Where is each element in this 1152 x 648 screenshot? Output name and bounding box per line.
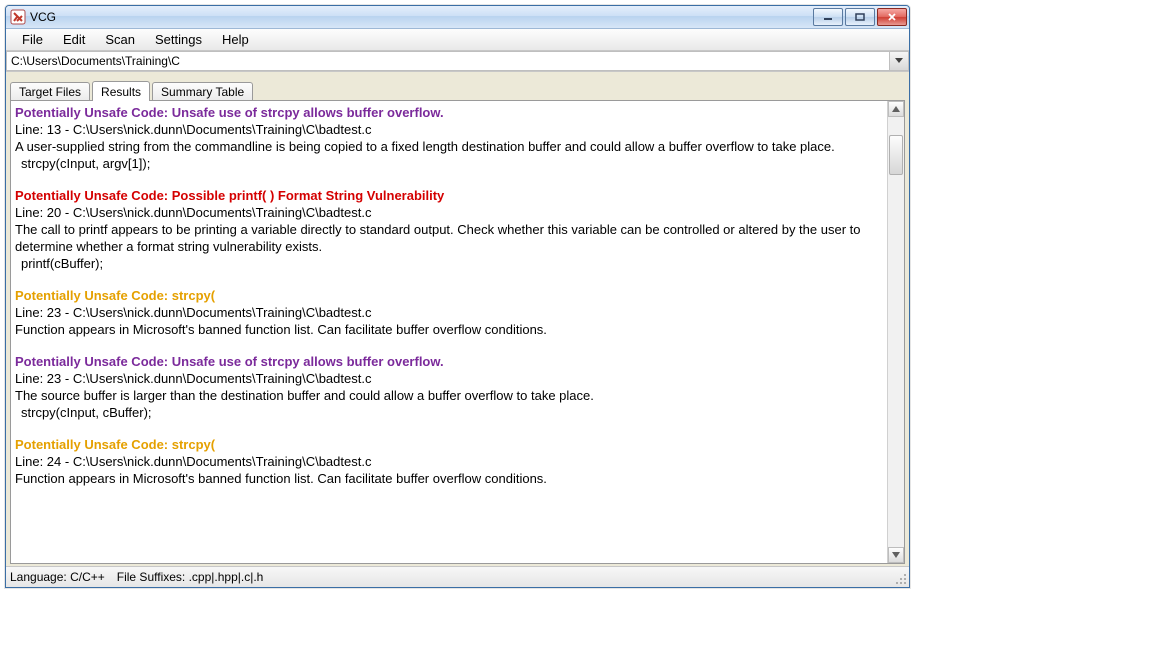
finding-description: Function appears in Microsoft's banned f… bbox=[15, 321, 881, 338]
tabs-row: Target Files Results Summary Table bbox=[6, 72, 909, 100]
application-window: VCG File Edit Scan Settings Help Target bbox=[5, 5, 910, 588]
vertical-scrollbar[interactable] bbox=[887, 101, 904, 563]
finding-description: A user-supplied string from the commandl… bbox=[15, 138, 881, 155]
path-dropdown-button[interactable] bbox=[889, 51, 909, 71]
results-viewport: Potentially Unsafe Code: Unsafe use of s… bbox=[11, 101, 887, 563]
menu-scan[interactable]: Scan bbox=[95, 30, 145, 49]
finding-location: Line: 23 - C:\Users\nick.dunn\Documents\… bbox=[15, 304, 881, 321]
finding-description: The source buffer is larger than the des… bbox=[15, 387, 881, 404]
finding-header: Potentially Unsafe Code: strcpy( bbox=[15, 436, 881, 453]
finding-item[interactable]: Potentially Unsafe Code: strcpy(Line: 24… bbox=[15, 436, 881, 487]
finding-location: Line: 20 - C:\Users\nick.dunn\Documents\… bbox=[15, 204, 881, 221]
finding-header: Potentially Unsafe Code: Unsafe use of s… bbox=[15, 353, 881, 370]
window-title: VCG bbox=[30, 10, 56, 24]
finding-location: Line: 13 - C:\Users\nick.dunn\Documents\… bbox=[15, 121, 881, 138]
tab-target-files[interactable]: Target Files bbox=[10, 82, 90, 101]
scroll-up-button[interactable] bbox=[888, 101, 904, 117]
finding-code: strcpy(cInput, argv[1]); bbox=[15, 155, 881, 172]
scroll-down-button[interactable] bbox=[888, 547, 904, 563]
finding-item[interactable]: Potentially Unsafe Code: Unsafe use of s… bbox=[15, 353, 881, 421]
status-language: Language: C/C++ bbox=[10, 570, 105, 584]
finding-code: printf(cBuffer); bbox=[15, 255, 881, 272]
close-button[interactable] bbox=[877, 8, 907, 26]
window-controls bbox=[813, 8, 907, 26]
finding-description: Function appears in Microsoft's banned f… bbox=[15, 470, 881, 487]
finding-location: Line: 24 - C:\Users\nick.dunn\Documents\… bbox=[15, 453, 881, 470]
resize-grip-icon[interactable] bbox=[895, 573, 907, 585]
menu-settings[interactable]: Settings bbox=[145, 30, 212, 49]
scroll-track[interactable] bbox=[888, 117, 904, 547]
path-input[interactable] bbox=[6, 51, 889, 71]
menubar: File Edit Scan Settings Help bbox=[6, 29, 909, 51]
status-language-label: Language: bbox=[10, 570, 67, 584]
status-language-value: C/C++ bbox=[70, 570, 105, 584]
results-content[interactable]: Potentially Unsafe Code: Unsafe use of s… bbox=[11, 101, 887, 505]
finding-item[interactable]: Potentially Unsafe Code: Possible printf… bbox=[15, 187, 881, 272]
status-suffixes-value: .cpp|.hpp|.c|.h bbox=[189, 570, 264, 584]
status-suffixes: File Suffixes: .cpp|.hpp|.c|.h bbox=[117, 570, 264, 584]
statusbar: Language: C/C++ File Suffixes: .cpp|.hpp… bbox=[6, 566, 909, 587]
app-icon bbox=[10, 9, 26, 25]
menu-help[interactable]: Help bbox=[212, 30, 259, 49]
results-panel: Potentially Unsafe Code: Unsafe use of s… bbox=[10, 100, 905, 564]
path-row bbox=[6, 51, 909, 72]
tab-results[interactable]: Results bbox=[92, 81, 150, 101]
finding-header: Potentially Unsafe Code: Possible printf… bbox=[15, 187, 881, 204]
menu-edit[interactable]: Edit bbox=[53, 30, 95, 49]
finding-header: Potentially Unsafe Code: strcpy( bbox=[15, 287, 881, 304]
finding-description: The call to printf appears to be printin… bbox=[15, 221, 881, 255]
titlebar: VCG bbox=[6, 6, 909, 29]
menu-file[interactable]: File bbox=[12, 30, 53, 49]
finding-item[interactable]: Potentially Unsafe Code: strcpy(Line: 23… bbox=[15, 287, 881, 338]
maximize-button[interactable] bbox=[845, 8, 875, 26]
finding-item[interactable]: Potentially Unsafe Code: Unsafe use of s… bbox=[15, 104, 881, 172]
finding-header: Potentially Unsafe Code: Unsafe use of s… bbox=[15, 104, 881, 121]
status-suffixes-label: File Suffixes: bbox=[117, 570, 185, 584]
finding-code: strcpy(cInput, cBuffer); bbox=[15, 404, 881, 421]
tab-summary-table[interactable]: Summary Table bbox=[152, 82, 253, 101]
finding-location: Line: 23 - C:\Users\nick.dunn\Documents\… bbox=[15, 370, 881, 387]
scroll-thumb[interactable] bbox=[889, 135, 903, 175]
minimize-button[interactable] bbox=[813, 8, 843, 26]
